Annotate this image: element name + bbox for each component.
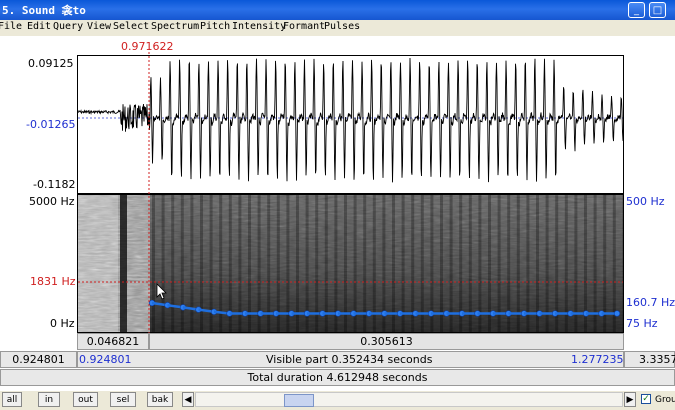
total-duration-label: Total duration 4.612948 seconds (247, 371, 428, 384)
scrollbar-thumb[interactable] (284, 394, 314, 407)
mouse-pointer-icon (156, 283, 167, 300)
group-checkbox[interactable]: ✓ (641, 394, 651, 404)
total-duration-bar[interactable]: Total duration 4.612948 seconds (0, 369, 675, 386)
all-button[interactable]: all (2, 392, 22, 407)
sel-button[interactable]: sel (110, 392, 136, 407)
visible-end-blue: 1.277235 (571, 353, 624, 366)
pitch-top-label: 500 Hz (626, 195, 665, 208)
scroll-left-button[interactable]: ◀ (182, 392, 194, 407)
group-label: Group (655, 395, 675, 405)
visible-start-cell[interactable]: 0.924801 (0, 351, 77, 368)
visible-start: 0.924801 (12, 353, 65, 366)
segment-right[interactable]: 0.305613 (149, 333, 624, 350)
bak-button[interactable]: bak (147, 392, 173, 407)
pitch-value-label: 160.7 Hz (626, 296, 675, 309)
pitch-bottom-label: 75 Hz (626, 317, 658, 330)
visible-start-blue: 0.924801 (79, 353, 132, 366)
out-button[interactable]: out (73, 392, 98, 407)
visible-part-label: Visible part 0.352434 seconds (266, 353, 433, 366)
horizontal-scrollbar[interactable] (195, 392, 623, 407)
in-button[interactable]: in (38, 392, 60, 407)
segment-left[interactable]: 0.046821 (77, 333, 149, 350)
visible-end: 3.3357 (639, 353, 675, 366)
visible-end-cell[interactable]: 3.3357 (624, 351, 675, 368)
scroll-right-button[interactable]: ▶ (624, 392, 636, 407)
